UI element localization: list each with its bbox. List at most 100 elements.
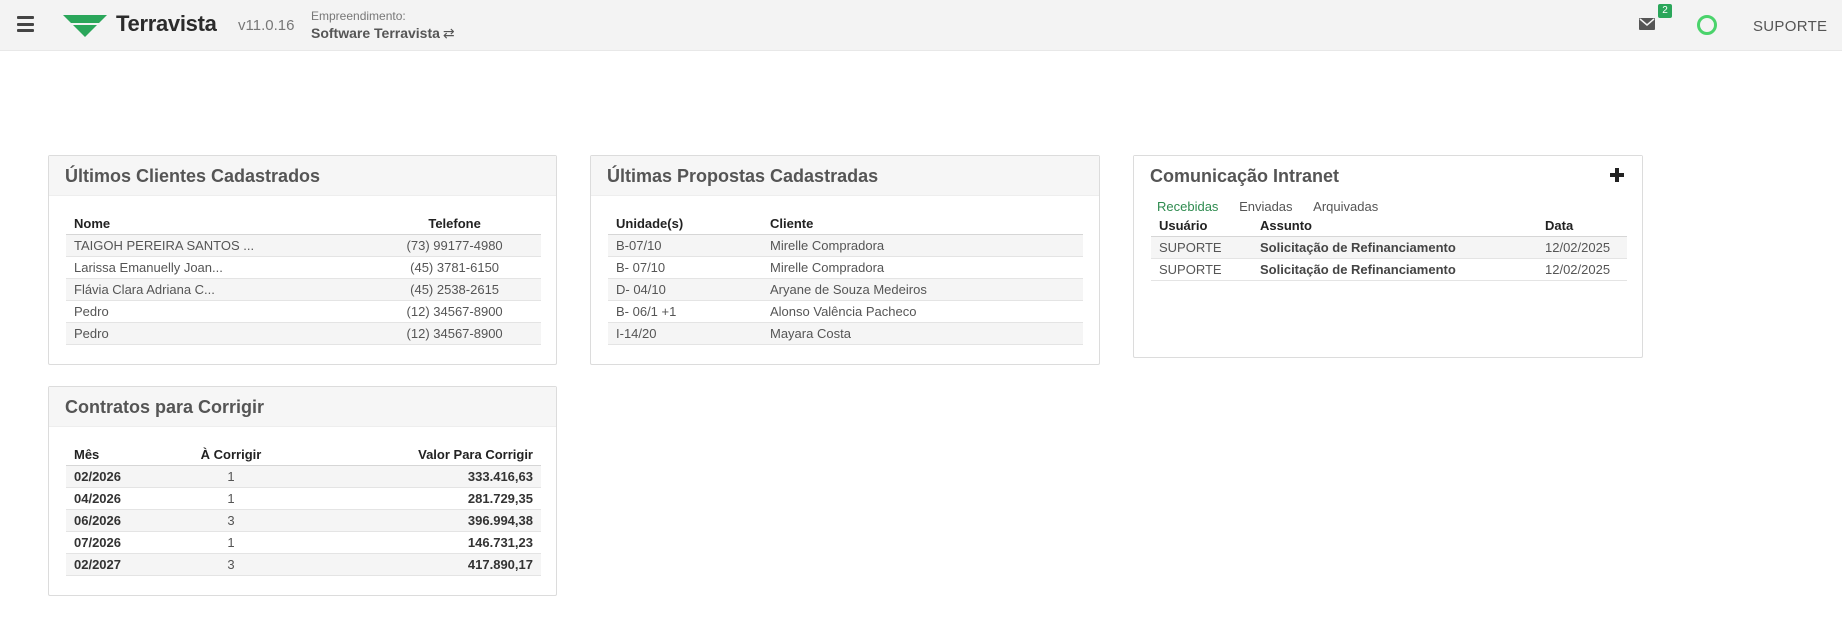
proposta-unidade: B-07/10: [608, 234, 762, 257]
table-row[interactable]: TAIGOH PEREIRA SANTOS ... (73) 99177-4980: [66, 234, 541, 257]
clientes-panel-header: Últimos Clientes Cadastrados: [49, 156, 556, 196]
cliente-telefone: (12) 34567-8900: [368, 322, 541, 345]
proposta-cliente: Aryane de Souza Medeiros: [762, 278, 1083, 301]
table-row[interactable]: D- 04/10 Aryane de Souza Medeiros: [608, 278, 1083, 301]
col-data: Data: [1537, 216, 1627, 237]
cliente-nome: Flávia Clara Adriana C...: [66, 278, 369, 301]
empreendimento-value: Software Terravista: [311, 25, 440, 41]
contrato-qtd: 1: [166, 531, 296, 554]
contratos-panel: Contratos para Corrigir Mês À Corrigir V…: [48, 386, 557, 596]
contrato-valor: 333.416,63: [296, 465, 541, 488]
proposta-cliente: Mirelle Compradora: [762, 256, 1083, 279]
contrato-qtd: 3: [166, 553, 296, 576]
top-bar: Terravista v11.0.16 Empreendimento: Soft…: [0, 0, 1842, 51]
cliente-telefone: (12) 34567-8900: [368, 300, 541, 323]
contrato-qtd: 1: [166, 487, 296, 510]
tab-arquivadas[interactable]: Arquivadas: [1313, 199, 1378, 214]
table-row[interactable]: 07/2026 1 146.731,23: [66, 531, 541, 554]
intranet-panel: Comunicação Intranet Recebidas Enviadas …: [1133, 155, 1643, 358]
user-menu[interactable]: SUPORTE: [1753, 18, 1827, 35]
online-status-icon[interactable]: [1697, 15, 1717, 35]
propostas-panel-header: Últimas Propostas Cadastradas: [591, 156, 1099, 196]
cliente-nome: Pedro: [66, 300, 369, 323]
col-unidade: Unidade(s): [608, 214, 762, 235]
col-nome: Nome: [66, 214, 369, 235]
table-row[interactable]: Pedro (12) 34567-8900: [66, 300, 541, 323]
mensagem-usuario: SUPORTE: [1151, 258, 1252, 281]
proposta-cliente: Mayara Costa: [762, 322, 1083, 345]
hamburger-menu-icon[interactable]: [17, 16, 34, 32]
proposta-cliente: Alonso Valência Pacheco: [762, 300, 1083, 323]
terravista-logo-icon: [63, 15, 107, 37]
table-row[interactable]: 04/2026 1 281.729,35: [66, 487, 541, 510]
cliente-nome: Pedro: [66, 322, 369, 345]
col-usuario: Usuário: [1151, 216, 1252, 237]
intranet-tabs: Recebidas Enviadas Arquivadas: [1157, 199, 1395, 214]
intranet-panel-header: Comunicação Intranet: [1134, 156, 1642, 196]
col-valor: Valor Para Corrigir: [296, 445, 541, 466]
contrato-mes: 07/2026: [66, 531, 166, 554]
proposta-unidade: I-14/20: [608, 322, 762, 345]
swap-icon: ⇄: [442, 25, 455, 41]
col-assunto: Assunto: [1252, 216, 1537, 237]
table-row[interactable]: Flávia Clara Adriana C... (45) 2538-2615: [66, 278, 541, 301]
empreendimento-selector[interactable]: Software Terravista ⇄: [311, 25, 455, 42]
col-telefone: Telefone: [368, 214, 541, 235]
col-mes: Mês: [66, 445, 166, 466]
intranet-panel-title: Comunicação Intranet: [1150, 166, 1340, 186]
mensagem-data: 12/02/2025: [1537, 258, 1627, 281]
mensagem-usuario: SUPORTE: [1151, 236, 1252, 259]
contrato-valor: 281.729,35: [296, 487, 541, 510]
contrato-mes: 02/2026: [66, 465, 166, 488]
tab-enviadas[interactable]: Enviadas: [1239, 199, 1292, 214]
table-row[interactable]: Larissa Emanuelly Joan... (45) 3781-6150: [66, 256, 541, 279]
propostas-panel-title: Últimas Propostas Cadastradas: [607, 166, 879, 186]
mensagem-assunto: Solicitação de Refinanciamento: [1252, 236, 1537, 259]
propostas-panel: Últimas Propostas Cadastradas Unidade(s)…: [590, 155, 1100, 365]
intranet-table: Usuário Assunto Data SUPORTE Solicitação …: [1151, 216, 1627, 281]
table-row[interactable]: B- 07/10 Mirelle Compradora: [608, 256, 1083, 279]
add-message-icon[interactable]: [1610, 168, 1624, 182]
mail-count-badge: 2: [1658, 4, 1672, 18]
contrato-mes: 04/2026: [66, 487, 166, 510]
cliente-nome: TAIGOH PEREIRA SANTOS ...: [66, 234, 369, 257]
table-row[interactable]: SUPORTE Solicitação de Refinanciamento 12/…: [1151, 236, 1627, 259]
contrato-valor: 146.731,23: [296, 531, 541, 554]
table-row[interactable]: B-07/10 Mirelle Compradora: [608, 234, 1083, 257]
contrato-qtd: 3: [166, 509, 296, 532]
cliente-telefone: (73) 99177-4980: [368, 234, 541, 257]
clientes-table: Nome Telefone TAIGOH PEREIRA SANTOS ...(…: [66, 214, 541, 345]
proposta-unidade: B- 07/10: [608, 256, 762, 279]
contrato-mes: 06/2026: [66, 509, 166, 532]
contrato-valor: 396.994,38: [296, 509, 541, 532]
contrato-valor: 417.890,17: [296, 553, 541, 576]
cliente-telefone: (45) 2538-2615: [368, 278, 541, 301]
empreendimento-label: Empreendimento:: [311, 9, 406, 23]
proposta-unidade: B- 06/1 +1: [608, 300, 762, 323]
contrato-mes: 02/2027: [66, 553, 166, 576]
contrato-qtd: 1: [166, 465, 296, 488]
contratos-panel-header: Contratos para Corrigir: [49, 387, 556, 427]
table-row[interactable]: 06/2026 3 396.994,38: [66, 509, 541, 532]
table-row[interactable]: I-14/20 Mayara Costa: [608, 322, 1083, 345]
cliente-nome: Larissa Emanuelly Joan...: [66, 256, 369, 279]
clientes-panel-title: Últimos Clientes Cadastrados: [65, 166, 321, 186]
mail-icon[interactable]: [1639, 18, 1655, 30]
table-row[interactable]: SUPORTE Solicitação de Refinanciamento 12/…: [1151, 258, 1627, 281]
propostas-table: Unidade(s) Cliente B-07/10 Mirelle Compra…: [608, 214, 1083, 345]
cliente-telefone: (45) 3781-6150: [368, 256, 541, 279]
app-name: Terravista: [116, 11, 217, 36]
proposta-cliente: Mirelle Compradora: [762, 234, 1083, 257]
table-row[interactable]: Pedro (12) 34567-8900: [66, 322, 541, 345]
contratos-table: Mês À Corrigir Valor Para Corrigir 02/20…: [66, 445, 541, 576]
contratos-panel-title: Contratos para Corrigir: [65, 397, 265, 417]
app-version: v11.0.16: [238, 17, 295, 34]
col-a-corrigir: À Corrigir: [166, 445, 296, 466]
tab-recebidas[interactable]: Recebidas: [1157, 199, 1218, 214]
col-cliente: Cliente: [762, 214, 1083, 235]
table-row[interactable]: 02/2026 1 333.416,63: [66, 465, 541, 488]
mensagem-assunto: Solicitação de Refinanciamento: [1252, 258, 1537, 281]
table-row[interactable]: 02/2027 3 417.890,17: [66, 553, 541, 576]
table-row[interactable]: B- 06/1 +1 Alonso Valência Pacheco: [608, 300, 1083, 323]
clientes-panel: Últimos Clientes Cadastrados Nome Telefo…: [48, 155, 557, 365]
